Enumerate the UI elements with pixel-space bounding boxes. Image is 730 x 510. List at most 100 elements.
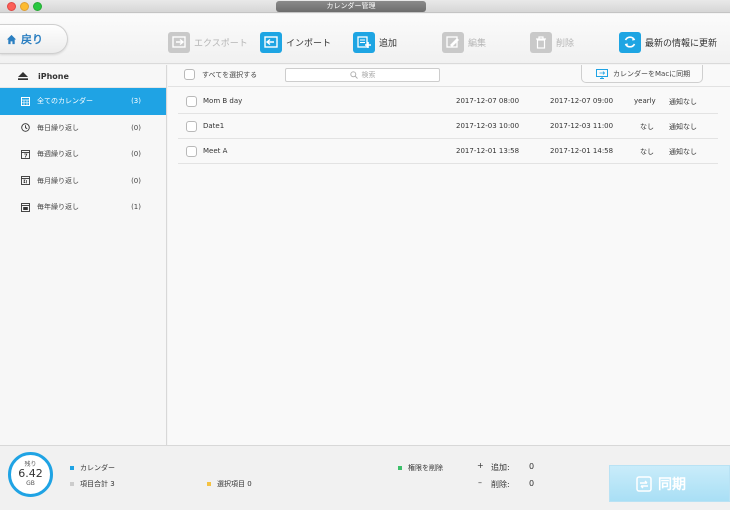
sidebar-item-daily[interactable]: 毎日繰り返し (0) <box>0 115 166 142</box>
event-title: Mom B day <box>203 97 243 105</box>
legend-total: 項目合計 3 <box>70 479 115 489</box>
event-end: 2017-12-01 14:58 <box>550 147 614 155</box>
selected-legend-dot <box>207 482 211 486</box>
event-checkbox[interactable] <box>186 96 197 107</box>
edit-button[interactable]: 編集 <box>442 31 486 53</box>
back-button[interactable]: 戻り <box>0 24 68 54</box>
storage-value: 6.42 <box>18 467 43 480</box>
legend-calendar-label: カレンダー <box>80 464 115 472</box>
search-icon <box>349 71 358 79</box>
sidebar-item-label: 毎週繰り返し <box>37 150 79 159</box>
zoom-window-button[interactable] <box>33 2 42 11</box>
legend-delete-rights-label: 権限を削除 <box>408 464 443 472</box>
event-row[interactable]: Date1 2017-12-03 10:00 2017-12-03 11:00 … <box>178 114 718 139</box>
event-title: Date1 <box>203 122 225 130</box>
event-alert: 通知なし <box>669 98 697 106</box>
event-start: 2017-12-01 13:58 <box>456 147 520 155</box>
toolbar: 戻り エクスポート インポート 追加 編集 削除 最新の情報に更新 <box>0 14 730 64</box>
legend-selected-label: 選択項目 0 <box>217 480 252 488</box>
export-label: エクスポート <box>194 38 248 49</box>
status-footer: 残り 6.42 GB カレンダー 項目合計 3 選択項目 0 権限を削除 + 追… <box>0 445 730 510</box>
refresh-button[interactable]: 最新の情報に更新 <box>619 31 717 53</box>
minus-icon: – <box>478 478 482 487</box>
select-all[interactable]: すべてを選択する <box>184 69 257 80</box>
event-title: Meet A <box>203 147 228 155</box>
home-icon <box>6 34 17 44</box>
import-icon <box>260 31 282 53</box>
delete-rights-legend-dot <box>398 466 402 470</box>
delete-button[interactable]: 削除 <box>530 31 574 53</box>
event-checkbox[interactable] <box>186 121 197 132</box>
app-window: カレンダー管理 戻り エクスポート インポート 追加 編集 削除 最新の情報に更… <box>0 0 730 510</box>
trash-icon <box>530 31 552 53</box>
add-count-value: 0 <box>529 462 535 471</box>
title-bar: カレンダー管理 <box>0 0 730 13</box>
event-repeat: なし <box>640 148 654 156</box>
legend-delete-rights: 権限を削除 <box>398 463 443 473</box>
close-window-button[interactable] <box>7 2 16 11</box>
sidebar-item-all-calendars[interactable]: 全てのカレンダー (3) <box>0 88 166 115</box>
clock-repeat-icon <box>21 123 30 132</box>
calendar-31-icon <box>21 176 30 186</box>
event-start: 2017-12-07 08:00 <box>456 97 520 105</box>
total-legend-dot <box>70 482 74 486</box>
eject-icon <box>18 72 28 80</box>
storage-unit: GB <box>26 480 35 487</box>
legend-calendar: カレンダー <box>70 463 115 473</box>
import-button[interactable]: インポート <box>260 31 331 53</box>
sidebar-item-count: (0) <box>131 150 141 159</box>
device-name: iPhone <box>38 71 69 81</box>
sidebar-item-yearly[interactable]: 毎年繰り返し (1) <box>0 194 166 221</box>
window-title: カレンダー管理 <box>276 1 426 12</box>
sync-icon <box>636 475 652 492</box>
legend-total-label: 項目合計 3 <box>80 480 115 488</box>
refresh-label: 最新の情報に更新 <box>645 38 718 49</box>
remove-count-value: 0 <box>529 479 535 488</box>
minimize-window-button[interactable] <box>20 2 29 11</box>
add-button[interactable]: 追加 <box>353 31 397 53</box>
storage-gauge: 残り 6.42 GB <box>8 452 53 497</box>
sidebar: iPhone 全てのカレンダー (3) 毎日繰り返し (0) 毎週繰り返し (0… <box>0 65 167 445</box>
refresh-icon <box>619 31 641 53</box>
legend-selected: 選択項目 0 <box>207 479 252 489</box>
event-start: 2017-12-03 10:00 <box>456 122 520 130</box>
device-header[interactable]: iPhone <box>0 65 166 88</box>
sync-to-mac-label: カレンダーをMacに同期 <box>613 69 691 78</box>
sync-label: 同期 <box>658 476 686 493</box>
remove-count-label: 削除: <box>491 480 510 489</box>
edit-label: 編集 <box>468 38 487 49</box>
delete-label: 削除 <box>556 38 575 49</box>
sidebar-item-count: (3) <box>131 97 141 106</box>
search-input[interactable]: 検索 <box>285 68 440 82</box>
search-placeholder: 検索 <box>361 71 376 79</box>
sidebar-item-count: (0) <box>131 123 141 132</box>
event-row[interactable]: Mom B day 2017-12-07 08:00 2017-12-07 09… <box>178 89 718 114</box>
event-end: 2017-12-07 09:00 <box>550 97 614 105</box>
event-alert: 通知なし <box>669 123 697 131</box>
sidebar-item-weekly[interactable]: 毎週繰り返し (0) <box>0 141 166 168</box>
calendar-year-icon <box>21 202 30 212</box>
back-label: 戻り <box>21 33 43 46</box>
sidebar-item-count: (0) <box>131 176 141 185</box>
add-icon <box>353 31 375 53</box>
plus-icon: + <box>477 461 484 470</box>
add-count-label: 追加: <box>491 463 510 472</box>
event-checkbox[interactable] <box>186 146 197 157</box>
event-repeat: なし <box>640 123 654 131</box>
calendar-7-icon <box>21 149 30 159</box>
sync-button[interactable]: 同期 <box>609 465 730 502</box>
select-all-label: すべてを選択する <box>202 70 258 79</box>
edit-icon <box>442 31 464 53</box>
export-icon <box>168 31 190 53</box>
event-alert: 通知なし <box>669 148 697 156</box>
import-label: インポート <box>286 38 332 49</box>
export-button[interactable]: エクスポート <box>168 31 248 53</box>
event-repeat: yearly <box>634 97 656 105</box>
calendar-legend-dot <box>70 466 74 470</box>
sidebar-item-monthly[interactable]: 毎月繰り返し (0) <box>0 168 166 195</box>
select-all-checkbox[interactable] <box>184 69 195 80</box>
sync-to-mac-button[interactable]: カレンダーをMacに同期 <box>581 65 703 83</box>
event-row[interactable]: Meet A 2017-12-01 13:58 2017-12-01 14:58… <box>178 139 718 164</box>
add-label: 追加 <box>379 38 398 49</box>
sidebar-item-count: (1) <box>131 203 141 212</box>
